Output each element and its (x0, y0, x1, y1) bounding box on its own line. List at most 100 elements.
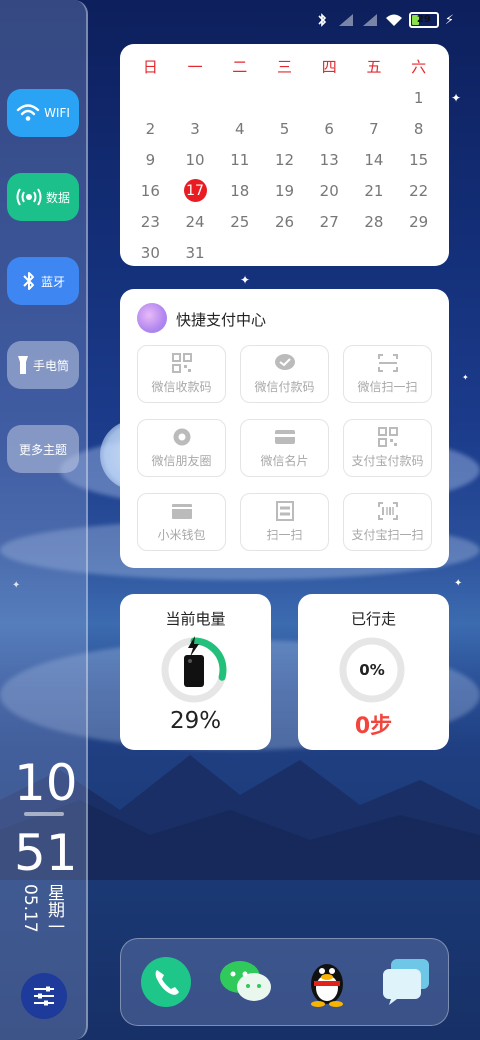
calendar-day[interactable]: 12 (262, 144, 307, 175)
pay-item-alipay-pay-code[interactable]: 支付宝付款码 (343, 419, 432, 477)
bluetooth-toggle-button[interactable]: 蓝牙 (7, 257, 79, 305)
more-themes-button[interactable]: 更多主题 (7, 425, 79, 473)
bluetooth-toggle-label: 蓝牙 (40, 274, 65, 289)
cellular-data-icon (16, 188, 42, 206)
calendar-day[interactable]: 25 (217, 206, 262, 237)
flashlight-toggle-button[interactable]: 手电筒 (7, 341, 79, 389)
calendar-day[interactable]: 3 (173, 113, 218, 144)
settings-button[interactable] (21, 973, 67, 1019)
calendar-day[interactable]: 28 (352, 206, 397, 237)
pay-item-label: 微信名片 (260, 454, 309, 468)
calendar-day[interactable]: 22 (396, 175, 441, 206)
calendar-day[interactable]: 2 (128, 113, 173, 144)
calendar-day[interactable]: 18 (217, 175, 262, 206)
weekday-label: 三 (277, 58, 293, 76)
calendar-empty-cell (307, 82, 352, 113)
pay-item-scan[interactable]: 扫一扫 (240, 493, 329, 551)
calendar-day[interactable]: 4 (217, 113, 262, 144)
calendar-day-today[interactable]: 17 (173, 175, 218, 206)
calendar-day[interactable]: 23 (128, 206, 173, 237)
calendar-day[interactable]: 13 (307, 144, 352, 175)
wifi-icon (385, 14, 402, 26)
weekday-label: 六 (411, 58, 427, 76)
calendar-day[interactable]: 29 (396, 206, 441, 237)
pay-item-wechat-receive-code[interactable]: 微信收款码 (137, 345, 226, 403)
quick-pay-title: 快捷支付中心 (176, 311, 267, 329)
calendar-day[interactable]: 26 (262, 206, 307, 237)
dock-app-qq[interactable] (299, 954, 355, 1010)
qr-code-icon (377, 427, 398, 447)
pay-item-wechat-card[interactable]: 微信名片 (240, 419, 329, 477)
pay-item-mi-wallet[interactable]: 小米钱包 (137, 493, 226, 551)
side-panel: WIFI 数据 蓝牙 手电筒 更多主题 10 51 05.17 星期一 (0, 0, 88, 1040)
weekday-label: 一 (187, 58, 203, 76)
steps-widget-title: 已行走 (350, 610, 396, 628)
pay-item-label: 微信扫一扫 (357, 380, 418, 394)
calendar-empty-cell (217, 82, 262, 113)
pay-item-label: 微信朋友圈 (151, 454, 212, 468)
calendar-day[interactable]: 9 (128, 144, 173, 175)
quick-pay-logo-icon (137, 303, 167, 333)
mobile-data-toggle-button[interactable]: 数据 (7, 173, 79, 221)
scan-icon (377, 354, 398, 372)
calendar-day-grid: 1 2 3 4 5 6 7 8 9 10 11 12 13 14 15 16 17 18 19 20 21 22 23 24 2… (128, 82, 441, 268)
quick-pay-widget: 快捷支付中心 微信收款码 微信付款码 微信扫一扫 微信朋友圈 微信名片 支付宝付… (120, 289, 449, 568)
pay-item-label: 微信付款码 (254, 380, 315, 394)
pay-item-alipay-scan[interactable]: 支付宝扫一扫 (343, 493, 432, 551)
calendar-day[interactable]: 1 (396, 82, 441, 113)
calendar-day[interactable]: 14 (352, 144, 397, 175)
calendar-day[interactable]: 21 (352, 175, 397, 206)
pay-item-wechat-pay-code[interactable]: 微信付款码 (240, 345, 329, 403)
calendar-day[interactable]: 8 (396, 113, 441, 144)
battery-icon: 29 (408, 12, 439, 28)
pay-item-label: 微信收款码 (151, 380, 212, 394)
calendar-day[interactable]: 5 (262, 113, 307, 144)
qq-penguin-icon (311, 964, 343, 1007)
clock-minute: 51 (14, 824, 78, 882)
weekday-label: 五 (366, 58, 382, 76)
pay-item-wechat-scan[interactable]: 微信扫一扫 (343, 345, 432, 403)
moments-icon (173, 428, 190, 446)
calendar-day[interactable]: 30 (128, 237, 173, 268)
steps-percent: 0% (359, 661, 385, 679)
star-decoration: ✦ (451, 91, 462, 105)
card-icon (274, 430, 295, 444)
wifi-toggle-label: WIFI (44, 106, 70, 120)
bluetooth-icon (318, 13, 326, 27)
calendar-day[interactable]: 27 (307, 206, 352, 237)
calendar-day[interactable]: 19 (262, 175, 307, 206)
calendar-empty-cell (128, 82, 173, 113)
calendar-day[interactable]: 16 (128, 175, 173, 206)
calendar-day[interactable]: 31 (173, 237, 218, 268)
calendar-day[interactable]: 24 (173, 206, 218, 237)
message-icon (383, 959, 429, 1005)
steps-count: 0步 (354, 714, 393, 739)
calendar-day[interactable]: 11 (217, 144, 262, 175)
charging-icon: ⚡ (444, 12, 454, 28)
calendar-day[interactable]: 20 (307, 175, 352, 206)
calendar-day[interactable]: 7 (352, 113, 397, 144)
battery-widget[interactable]: 当前电量 29% (120, 594, 271, 750)
wechat-pay-icon (274, 354, 295, 370)
clock-separator (24, 812, 64, 816)
weekday-label: 四 (321, 58, 337, 76)
wifi-icon (16, 104, 40, 121)
dock-app-phone[interactable] (138, 954, 194, 1010)
calendar-day[interactable]: 6 (307, 113, 352, 144)
calendar-widget[interactable]: 日 一 二 三 四 五 六 1 2 3 4 5 6 7 8 9 10 11 12 13 14 15 16 17 1… (120, 44, 449, 266)
battery-ring (161, 636, 227, 703)
calendar-day[interactable]: 10 (173, 144, 218, 175)
dock-app-messages[interactable] (378, 954, 434, 1010)
signal-icon (362, 14, 377, 26)
calendar-empty-cell (173, 82, 218, 113)
pay-item-label: 扫一扫 (266, 528, 303, 542)
battery-widget-title: 当前电量 (165, 610, 226, 628)
wallet-icon (171, 504, 192, 519)
wifi-toggle-button[interactable]: WIFI (7, 89, 79, 137)
pay-item-wechat-moments[interactable]: 微信朋友圈 (137, 419, 226, 477)
dock-app-wechat[interactable] (218, 954, 274, 1010)
steps-widget[interactable]: 已行走 0% 0步 (298, 594, 449, 750)
battery-level-text: 29 (416, 14, 431, 25)
bluetooth-icon (23, 272, 34, 290)
calendar-day[interactable]: 15 (396, 144, 441, 175)
